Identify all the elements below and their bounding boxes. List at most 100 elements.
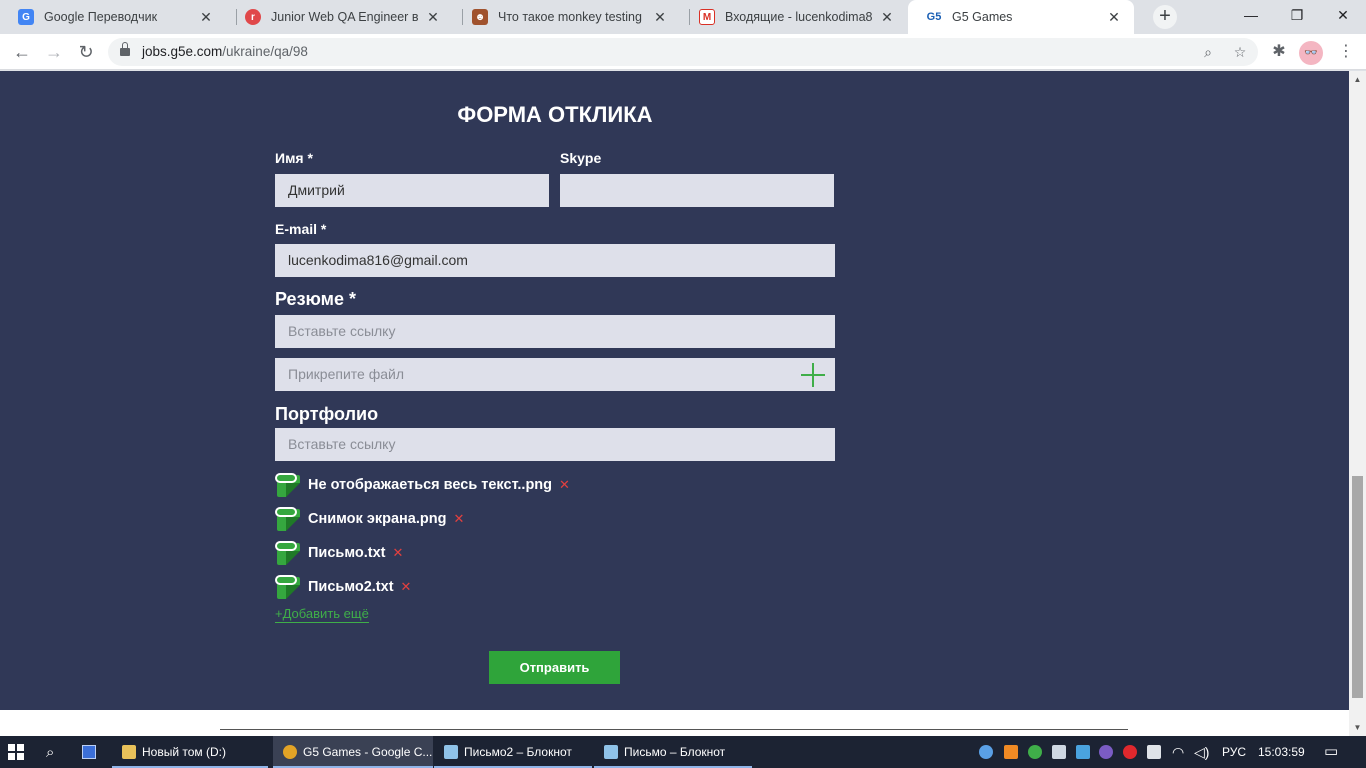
folder-icon <box>122 745 136 759</box>
scroll-thumb[interactable] <box>1352 476 1363 698</box>
remove-file-icon[interactable]: ✕ <box>559 477 570 493</box>
rabota-icon: r <box>245 9 261 25</box>
clock[interactable]: 15:03:59 <box>1258 736 1305 768</box>
notepad-icon <box>444 745 458 759</box>
restore-icon[interactable]: ❐ <box>1274 0 1320 30</box>
menu-icon[interactable]: ⋮ <box>1334 40 1358 64</box>
page-viewport: ФОРМА ОТКЛИКА Имя * Skype Дмитрий E-mail… <box>0 71 1349 736</box>
close-tab-icon[interactable]: ✕ <box>652 9 668 26</box>
extensions-icon[interactable]: ✱ <box>1267 40 1291 64</box>
tab-title: G5 Games <box>952 10 1013 24</box>
remove-file-icon[interactable]: ✕ <box>453 511 464 527</box>
email-field[interactable]: lucenkodima816@gmail.com <box>275 244 835 277</box>
back-icon[interactable]: ← <box>8 38 36 66</box>
windows-taskbar: ⌕ Новый том (D:) G5 Games - Google C... … <box>0 736 1366 768</box>
gmail-icon: M <box>699 9 715 25</box>
file-name: Не отображаеться весь текст..png <box>308 477 553 493</box>
network-adapter-icon[interactable] <box>1076 745 1090 759</box>
remove-file-icon[interactable]: ✕ <box>401 579 412 595</box>
attachment-icon <box>275 541 301 565</box>
scroll-up-icon[interactable]: ▲ <box>1349 71 1366 88</box>
plus-icon[interactable] <box>801 363 825 387</box>
monkey-icon: ☻ <box>472 9 488 25</box>
windows-start-icon[interactable] <box>8 736 30 768</box>
tab-title: Входящие - lucenkodima816@ <box>725 10 873 24</box>
url-path: /ukraine/qa/98 <box>222 44 308 59</box>
tab-gmail[interactable]: M Входящие - lucenkodima816@ ✕ <box>681 0 907 34</box>
scroll-down-icon[interactable]: ▼ <box>1349 719 1366 736</box>
g5-icon: G5 <box>926 9 942 25</box>
wifi-icon[interactable]: ◠ <box>1172 736 1184 768</box>
taskbar-app-notepad-1[interactable]: Письмо – Блокнот <box>594 736 752 768</box>
tab-junior-web-qa[interactable]: r Junior Web QA Engineer в Хар ✕ <box>227 0 453 34</box>
lock-icon <box>120 42 130 56</box>
cloud-icon[interactable] <box>979 745 993 759</box>
fox-icon[interactable] <box>1004 745 1018 759</box>
tab-title: Что такое monkey testing | Ж <box>498 10 646 24</box>
taskbar-app-chrome[interactable]: G5 Games - Google C... <box>273 736 433 768</box>
new-tab-button[interactable]: + <box>1153 5 1177 29</box>
footer-divider <box>220 729 1128 730</box>
window-close-icon[interactable]: ✕ <box>1320 0 1366 30</box>
application-form-section: ФОРМА ОТКЛИКА Имя * Skype Дмитрий E-mail… <box>0 71 1349 710</box>
skype-label: Skype <box>560 150 602 166</box>
taskbar-app-explorer[interactable]: Новый том (D:) <box>112 736 268 768</box>
close-tab-icon[interactable]: ✕ <box>1106 9 1122 26</box>
taskbar-app-label: Письмо – Блокнот <box>624 745 726 759</box>
url-text[interactable]: jobs.g5e.com/ukraine/qa/98 <box>142 38 308 66</box>
resume-label: Резюме * <box>275 289 356 309</box>
attached-file: Письмо.txt ✕ <box>275 541 403 565</box>
name-field[interactable]: Дмитрий <box>275 174 549 207</box>
attached-file: Снимок экрана.png ✕ <box>275 507 464 531</box>
form-title: ФОРМА ОТКЛИКА <box>457 102 653 127</box>
tab-title: Google Переводчик <box>44 10 158 24</box>
taskbar-app-notepad-2[interactable]: Письмо2 – Блокнот <box>434 736 592 768</box>
tab-title: Junior Web QA Engineer в Хар <box>271 10 419 24</box>
reload-icon[interactable]: ↻ <box>72 38 100 66</box>
google-translate-icon: G <box>18 9 34 25</box>
chrome-icon <box>283 745 297 759</box>
attachment-icon <box>275 473 301 497</box>
add-more-link[interactable]: +Добавить ещё <box>275 606 369 623</box>
file-name: Письмо2.txt <box>308 579 394 595</box>
minimize-icon[interactable]: — <box>1228 0 1274 30</box>
viber-icon[interactable] <box>1099 745 1113 759</box>
skype-field[interactable] <box>560 174 834 207</box>
file-name: Письмо.txt <box>308 545 386 561</box>
close-tab-icon[interactable]: ✕ <box>198 9 214 26</box>
shield-icon[interactable] <box>1028 745 1042 759</box>
battery-icon[interactable] <box>1147 745 1161 759</box>
submit-button[interactable]: Отправить <box>489 651 620 684</box>
tab-google-translate[interactable]: G Google Переводчик ✕ <box>0 0 226 34</box>
attached-file: Не отображаеться весь текст..png ✕ <box>275 473 570 497</box>
portfolio-link-field[interactable]: Вставьте ссылку <box>275 428 835 461</box>
address-bar[interactable]: jobs.g5e.com/ukraine/qa/98 ⌕ ☆ <box>108 38 1258 66</box>
close-tab-icon[interactable]: ✕ <box>425 9 441 26</box>
star-icon[interactable]: ☆ <box>1230 42 1250 62</box>
tab-monkey-testing[interactable]: ☻ Что такое monkey testing | Ж ✕ <box>454 0 680 34</box>
file-name: Снимок экрана.png <box>308 511 447 527</box>
close-tab-icon[interactable]: ✕ <box>879 9 895 26</box>
resume-link-field[interactable]: Вставьте ссылку <box>275 315 835 348</box>
language-indicator[interactable]: РУС <box>1222 736 1246 768</box>
tab-strip: G Google Переводчик ✕ r Junior Web QA En… <box>0 0 1366 34</box>
volume-icon[interactable]: ◁) <box>1194 736 1209 768</box>
profile-avatar[interactable]: 👓 <box>1299 41 1323 65</box>
save-app-icon[interactable] <box>82 736 102 768</box>
zoom-icon[interactable]: ⌕ <box>1198 42 1218 62</box>
resume-file-placeholder: Прикрепите файл <box>288 366 404 382</box>
taskbar-app-label: Новый том (D:) <box>142 745 226 759</box>
email-label: E-mail * <box>275 221 327 237</box>
forward-icon[interactable]: → <box>40 38 68 66</box>
resume-file-field[interactable]: Прикрепите файл <box>275 358 835 391</box>
remove-file-icon[interactable]: ✕ <box>392 545 403 561</box>
tab-g5-games[interactable]: G5 G5 Games ✕ <box>908 0 1134 34</box>
notifications-icon[interactable]: ▭ <box>1324 736 1338 768</box>
page-scrollbar[interactable]: ▲ ▼ <box>1349 71 1366 736</box>
keyboard-icon[interactable] <box>1052 745 1066 759</box>
opera-icon[interactable] <box>1123 745 1137 759</box>
browser-toolbar: ← → ↻ jobs.g5e.com/ukraine/qa/98 ⌕ ☆ ✱ 👓… <box>0 34 1366 70</box>
attachment-icon <box>275 507 301 531</box>
notepad-icon <box>604 745 618 759</box>
search-icon[interactable]: ⌕ <box>46 736 66 768</box>
